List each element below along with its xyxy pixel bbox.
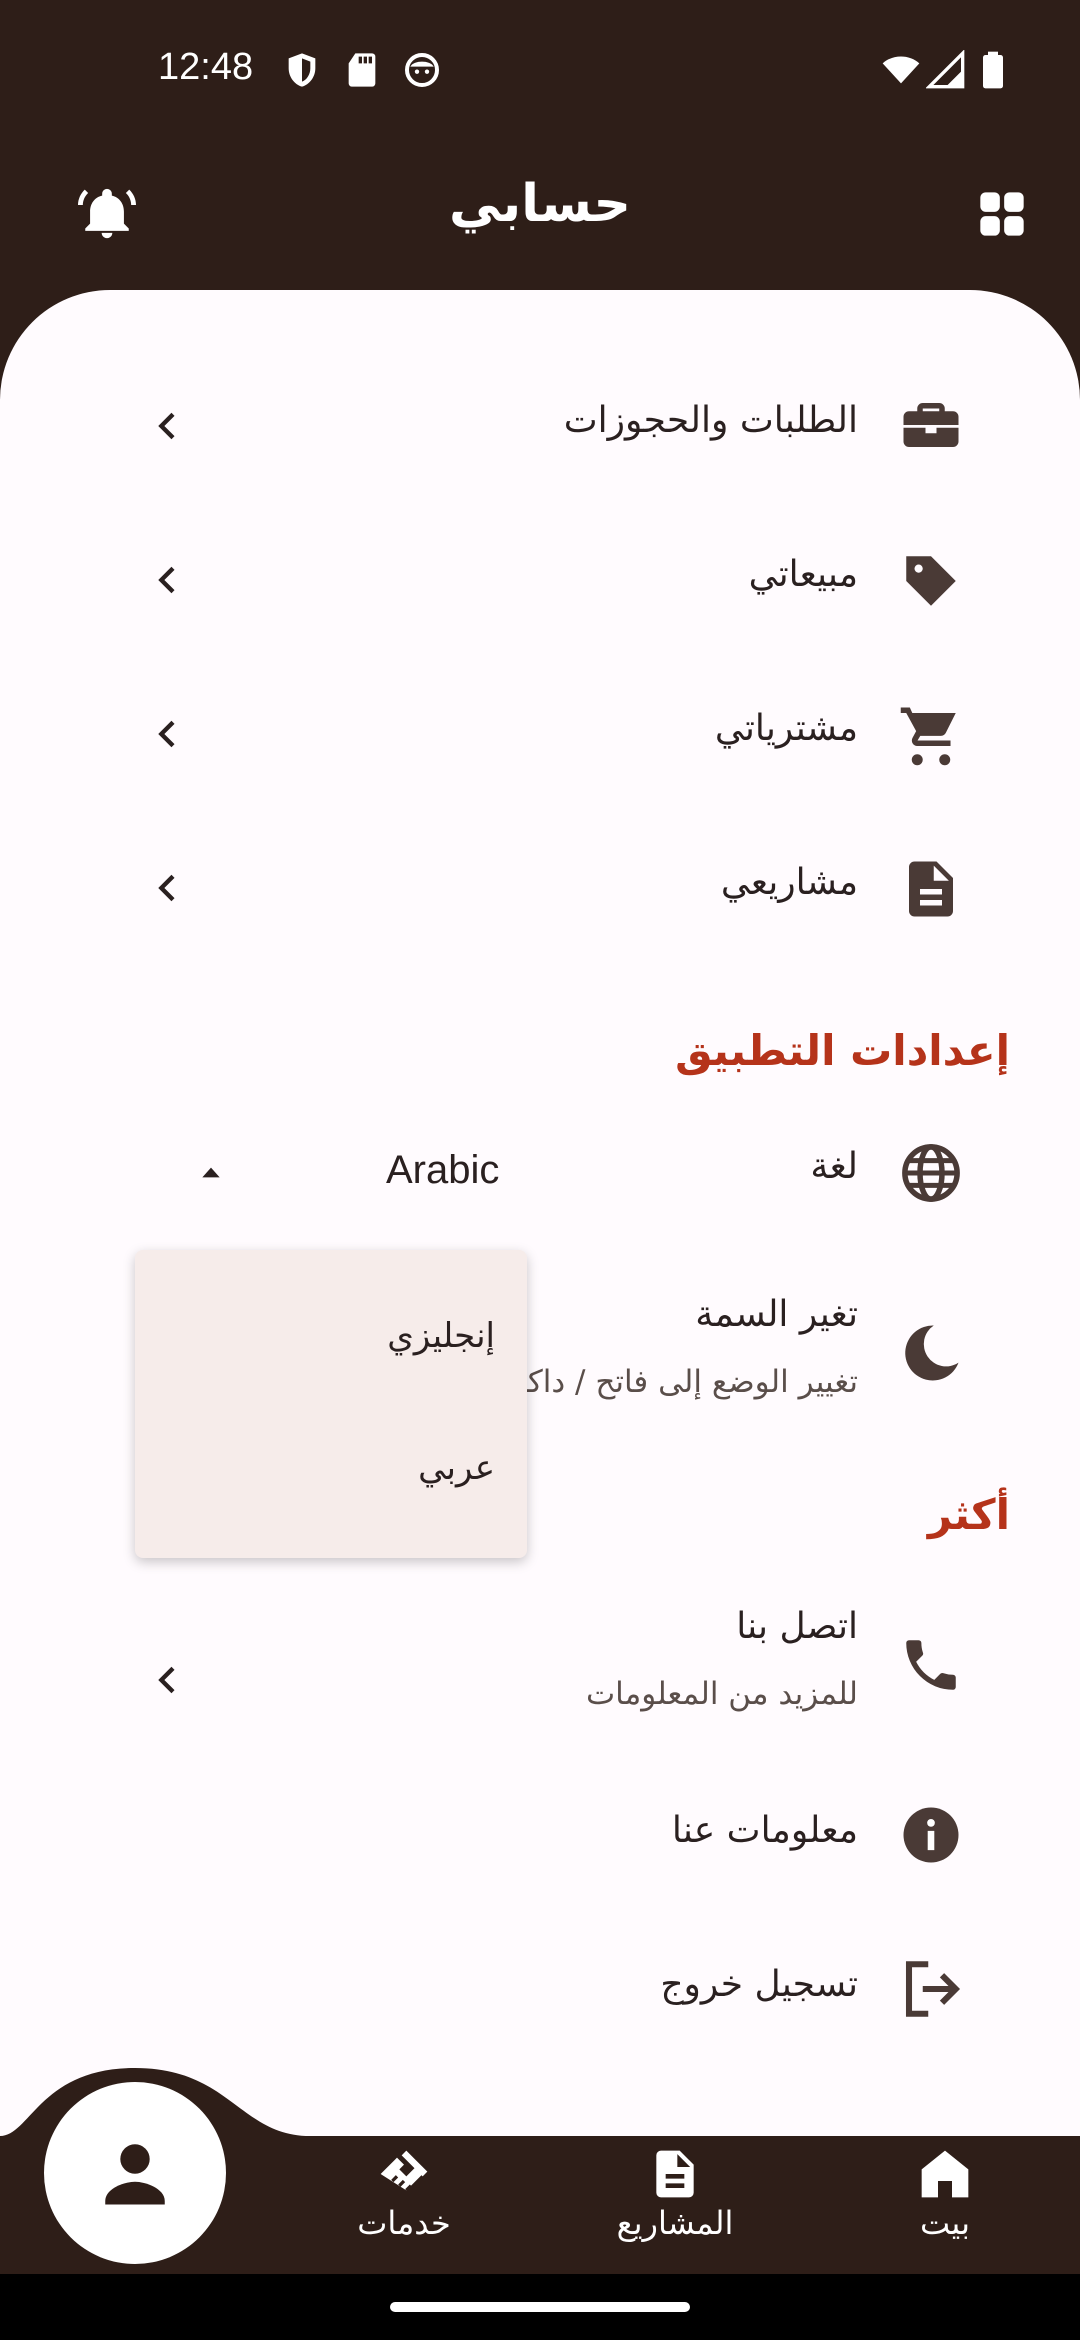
chevron-left-icon xyxy=(158,720,175,748)
chevron-left-icon xyxy=(158,874,175,902)
contact-label: اتصل بنا xyxy=(736,1606,858,1647)
menu-item-my-sales[interactable]: مبيعاتي xyxy=(0,540,1080,620)
home-icon xyxy=(921,2150,969,2198)
wifi-icon xyxy=(882,56,920,84)
language-label: لغة xyxy=(810,1146,858,1187)
chevron-left-icon xyxy=(158,412,175,440)
section-title-more: أكثر xyxy=(927,1490,1010,1539)
shield-icon xyxy=(288,53,316,87)
nav-item-projects[interactable]: المشاريع xyxy=(575,2146,775,2242)
section-title-app-settings: إعدادات التطبيق xyxy=(675,1026,1010,1075)
logout-label: تسجيل خروج xyxy=(660,1964,858,2005)
menu-item-label: مشترياتي xyxy=(714,708,858,749)
profile-button[interactable] xyxy=(44,2082,226,2264)
menu-item-my-purchases[interactable]: مشترياتي xyxy=(0,694,1080,774)
cart-icon xyxy=(900,707,956,766)
globe-icon xyxy=(902,1144,960,1202)
menu-item-label: مشاريعي xyxy=(720,862,858,903)
chevron-left-icon xyxy=(158,566,175,594)
menu-item-contact-us[interactable]: اتصل بنا للمزيد من المعلومات xyxy=(0,1598,1080,1728)
handshake-icon xyxy=(380,2150,428,2192)
language-dropdown-menu: إنجليزي عربي xyxy=(135,1250,527,1558)
menu-item-orders-bookings[interactable]: الطلبات والحجوزات xyxy=(0,386,1080,466)
language-option-arabic[interactable]: عربي xyxy=(418,1448,495,1488)
face-icon xyxy=(405,53,439,87)
about-label: معلومات عنا xyxy=(671,1810,858,1851)
theme-label: تغير السمة xyxy=(695,1294,858,1335)
signal-icon xyxy=(926,50,965,89)
menu-item-logout[interactable]: تسجيل خروج xyxy=(0,1950,1080,2030)
info-icon xyxy=(903,1807,959,1863)
page-title: حسابي xyxy=(448,174,632,234)
grid-menu-icon[interactable] xyxy=(976,188,1028,240)
gesture-handle[interactable] xyxy=(390,2302,690,2312)
contact-subtitle: للمزيد من المعلومات xyxy=(586,1676,858,1712)
language-setting: لغة xyxy=(0,1134,1080,1214)
nav-label: خدمات xyxy=(357,2204,451,2242)
person-icon xyxy=(105,2144,165,2205)
logout-icon xyxy=(905,1961,961,2017)
document-icon xyxy=(656,2150,694,2198)
status-bar: 12:48 xyxy=(0,0,1080,140)
nav-label: بيت xyxy=(920,2204,970,2242)
status-time: 12:48 xyxy=(158,46,254,88)
nav-item-home[interactable]: بيت xyxy=(845,2146,1045,2242)
menu-item-my-projects[interactable]: مشاريعي xyxy=(0,848,1080,928)
tag-icon xyxy=(906,556,956,606)
document-icon xyxy=(909,861,953,917)
language-option-english[interactable]: إنجليزي xyxy=(387,1316,495,1356)
menu-item-label: الطلبات والحجوزات xyxy=(563,400,858,441)
language-select-value[interactable]: Arabic xyxy=(386,1148,499,1193)
menu-item-about-us[interactable]: معلومات عنا xyxy=(0,1796,1080,1876)
nav-label: المشاريع xyxy=(616,2204,734,2242)
battery-icon xyxy=(983,51,1003,89)
nav-item-services[interactable]: خدمات xyxy=(304,2146,504,2242)
app-bar: حسابي xyxy=(0,140,1080,290)
moon-icon xyxy=(905,1325,959,1381)
theme-subtitle: تغيير الوضع إلى فاتح / داكن xyxy=(504,1364,858,1400)
chevron-left-icon xyxy=(158,1666,175,1694)
caret-up-icon[interactable] xyxy=(198,1162,224,1182)
phone-icon xyxy=(906,1640,956,1690)
sd-card-icon xyxy=(348,53,376,87)
briefcase-icon xyxy=(903,403,959,447)
menu-item-label: مبيعاتي xyxy=(748,554,858,595)
